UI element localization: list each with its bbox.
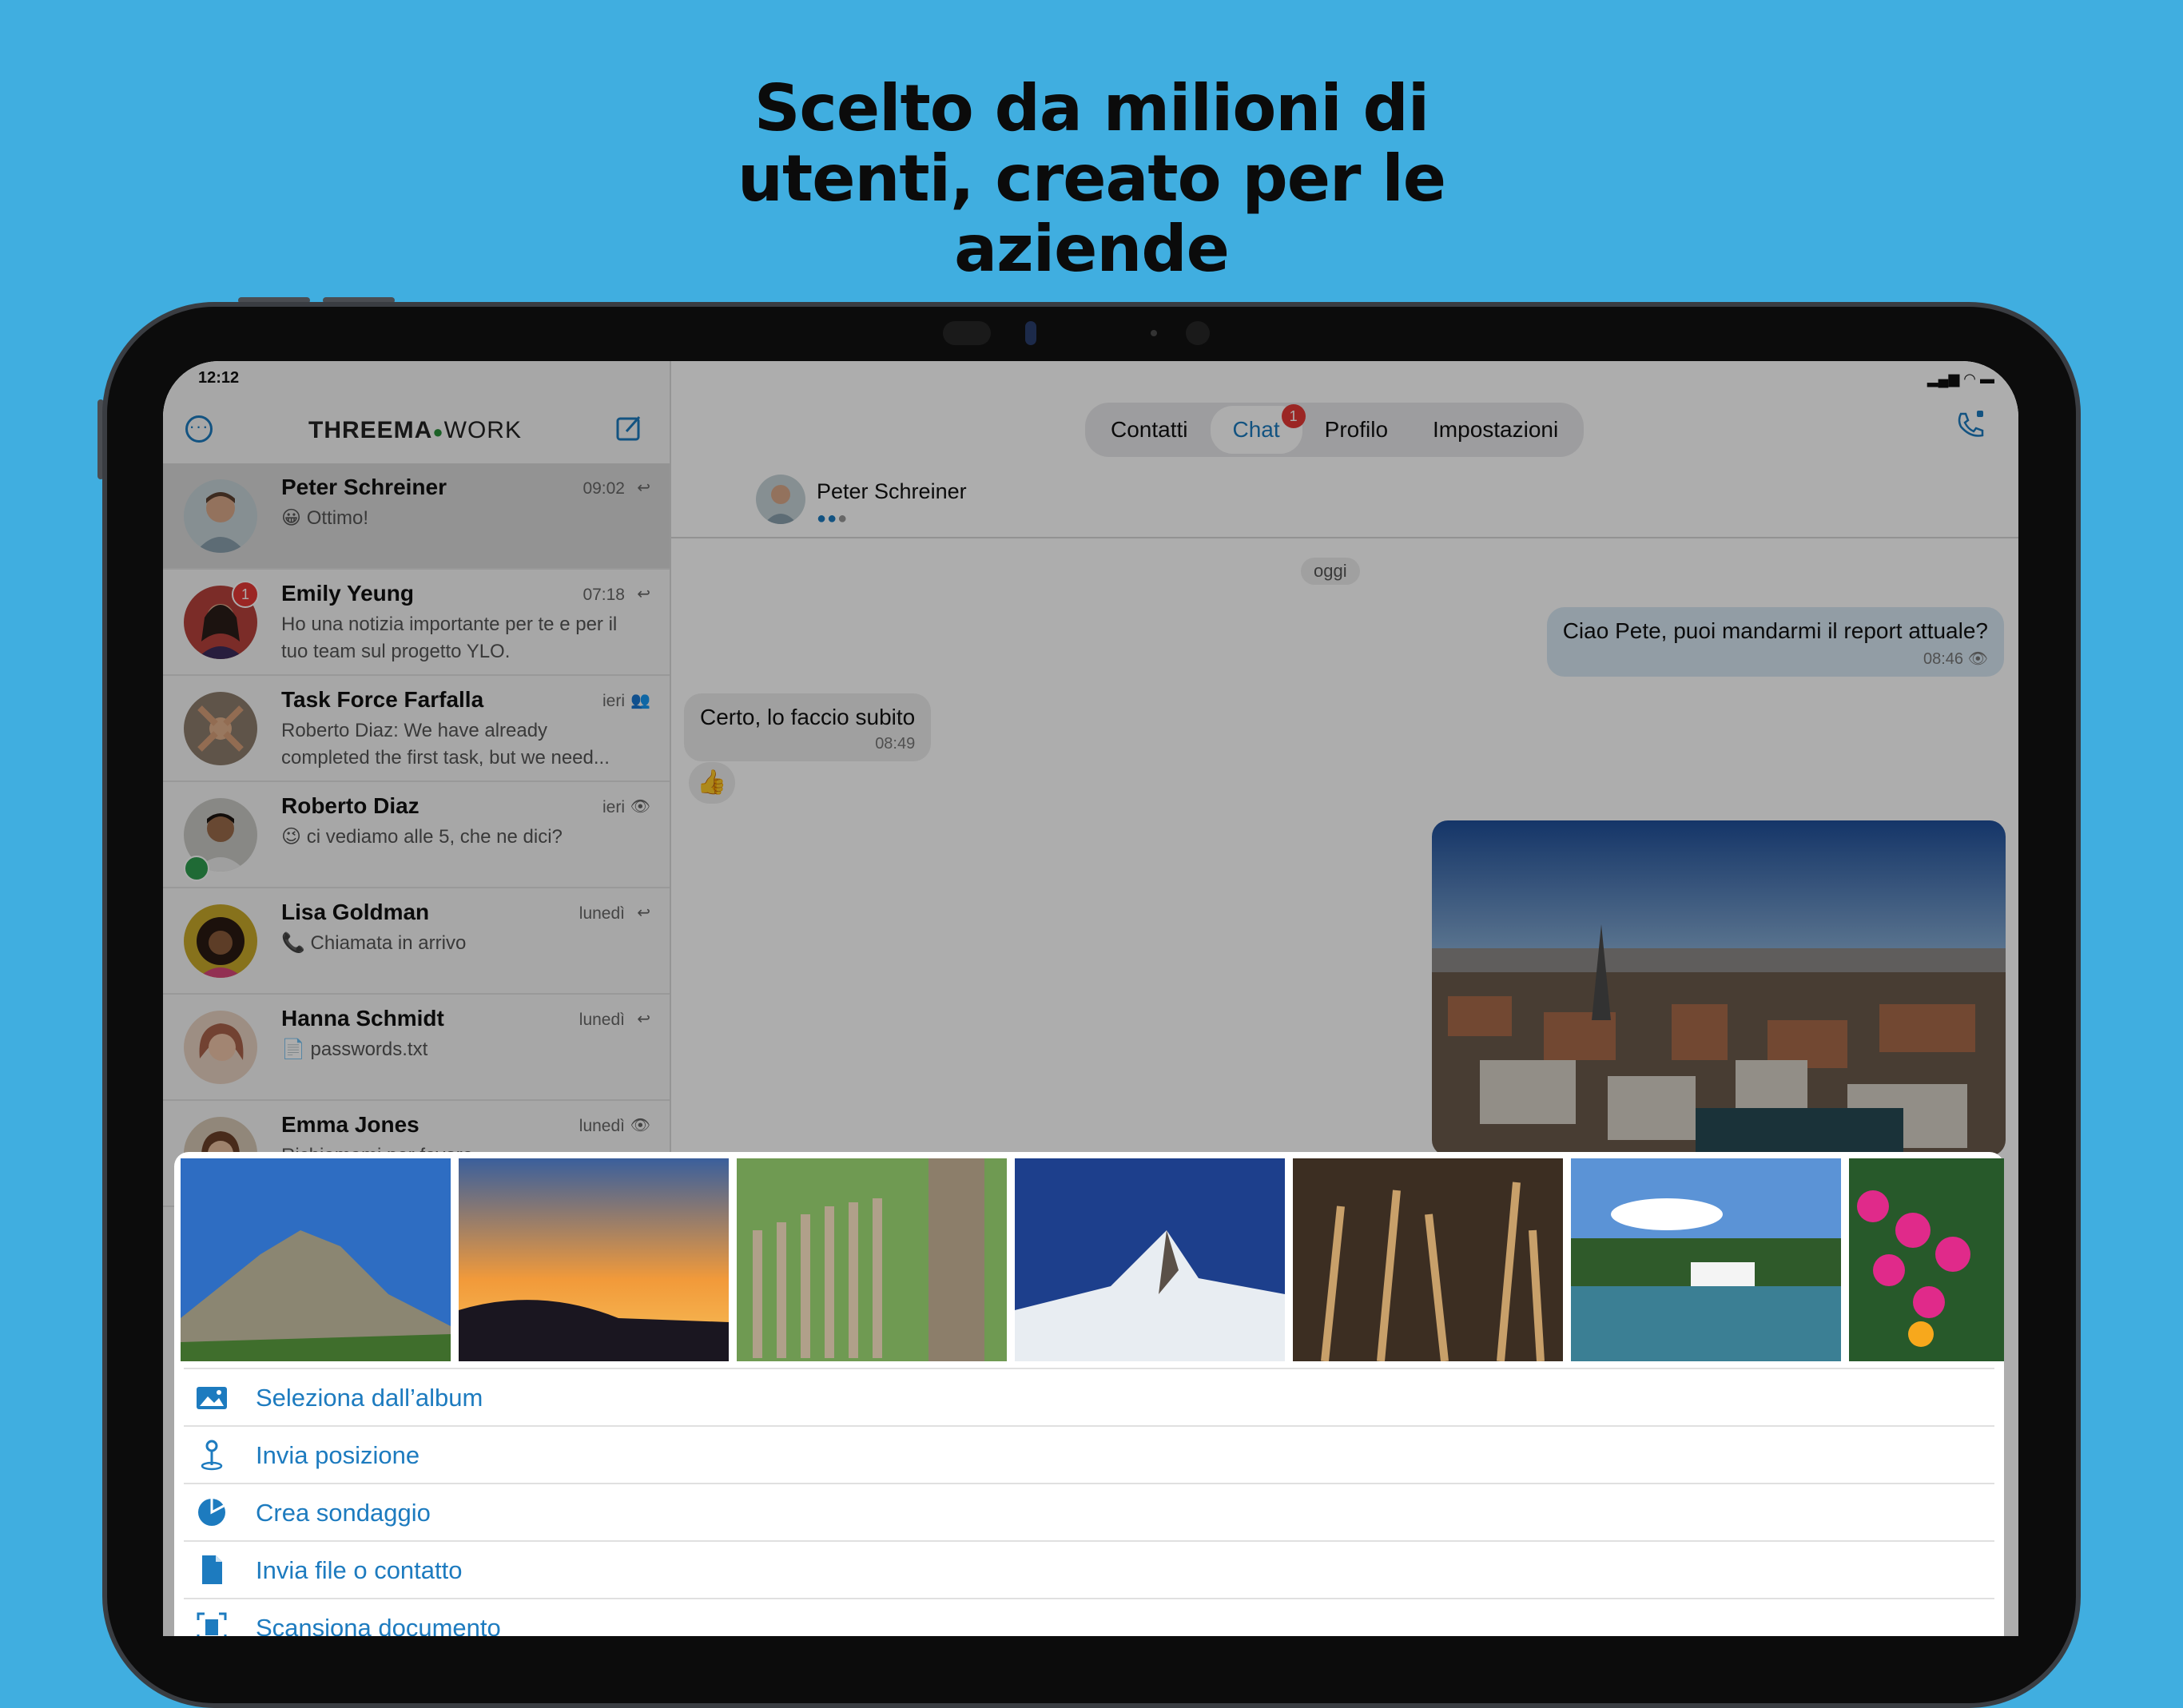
create-poll-button[interactable]: Crea sondaggio (184, 1483, 1994, 1540)
photo-thumbnail[interactable] (1849, 1158, 2004, 1361)
camera-lens (1025, 321, 1036, 345)
headline-line-2: utenti, creato per le (738, 141, 1446, 216)
poll-icon (198, 1499, 225, 1526)
action-label: Invia posizione (256, 1441, 420, 1469)
photo-thumbnail[interactable] (1571, 1158, 1841, 1361)
photo-thumbnail[interactable] (737, 1158, 1007, 1361)
photo-album-icon (197, 1387, 227, 1409)
sensor (943, 321, 991, 345)
action-label: Crea sondaggio (256, 1499, 431, 1527)
action-label: Scansiona documento (256, 1614, 501, 1636)
scan-document-icon (197, 1612, 227, 1636)
photo-thumbnail[interactable] (1015, 1158, 1285, 1361)
photo-thumbnail[interactable] (1293, 1158, 1563, 1361)
attachment-sheet: Seleziona dall’album Invia posizione Cre… (174, 1152, 2004, 1636)
send-location-button[interactable]: Invia posizione (184, 1425, 1994, 1483)
attachment-actions: Seleziona dall’album Invia posizione Cre… (174, 1368, 2004, 1636)
action-label: Invia file o contatto (256, 1556, 463, 1584)
send-file-button[interactable]: Invia file o contatto (184, 1540, 1994, 1598)
headline-line-1: Scelto da milioni di (754, 71, 1429, 145)
sensor (1186, 321, 1210, 345)
file-icon (202, 1555, 222, 1584)
select-from-album-button[interactable]: Seleziona dall’album (184, 1368, 1994, 1425)
photo-thumbnail[interactable] (459, 1158, 729, 1361)
headline: Scelto da milioni di utenti, creato per … (0, 73, 2183, 284)
action-label: Seleziona dall’album (256, 1384, 483, 1412)
sensor-dot (1151, 330, 1157, 336)
app-screen: 12:12 ··· THREEMA●WORK Peter Schreiner 0… (163, 361, 2018, 1636)
photo-thumbnail[interactable] (181, 1158, 451, 1361)
location-pin-icon (201, 1440, 223, 1471)
scan-document-button[interactable]: Scansiona documento (184, 1598, 1994, 1636)
recent-photos (181, 1158, 2004, 1361)
headline-line-3: aziende (954, 212, 1230, 286)
